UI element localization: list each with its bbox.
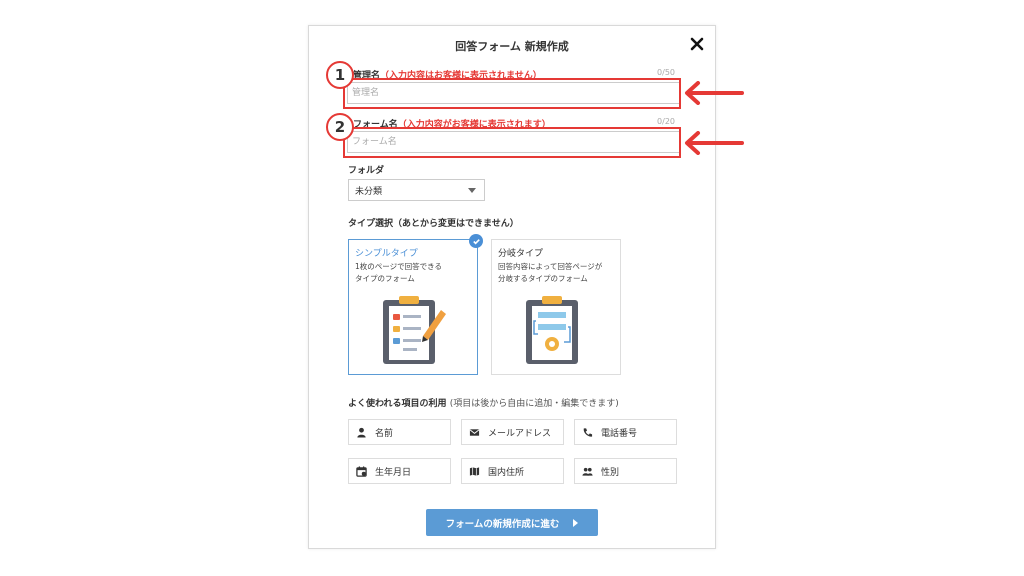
- chip-gender[interactable]: 性別: [574, 458, 677, 484]
- folder-label: フォルダ: [348, 166, 385, 176]
- type-card-desc: 1枚のページで回答できる タイプのフォーム: [355, 261, 471, 285]
- type-card-simple[interactable]: シンプルタイプ 1枚のページで回答できる タイプのフォーム: [348, 234, 483, 375]
- close-button[interactable]: [689, 36, 705, 52]
- chip-email[interactable]: メールアドレス: [461, 419, 564, 445]
- chip-label: 性別: [601, 467, 620, 478]
- envelope-icon: [468, 426, 480, 438]
- phone-icon: [581, 426, 593, 438]
- type-card-desc-line1: 1枚のページで回答できる: [355, 262, 442, 271]
- type-card-branch[interactable]: 分岐タイプ 回答内容によって回答ページが 分岐するタイプのフォーム: [491, 239, 621, 375]
- chip-label: メールアドレス: [488, 428, 552, 439]
- common-items-title: よく使われる項目の利用: [348, 399, 447, 409]
- common-items-label: よく使われる項目の利用 (項目は後から自由に追加・編集できます): [348, 396, 619, 409]
- chip-address[interactable]: 国内住所: [461, 458, 564, 484]
- chip-birthday[interactable]: 生年月日: [348, 458, 451, 484]
- folder-select[interactable]: 未分類: [348, 179, 485, 201]
- common-items-subtitle: (項目は後から自由に追加・編集できます): [449, 399, 619, 409]
- caret-right-icon: [573, 518, 579, 527]
- type-card-desc: 回答内容によって回答ページが 分岐するタイプのフォーム: [498, 261, 614, 285]
- chip-label: 電話番号: [601, 428, 638, 439]
- chip-phone[interactable]: 電話番号: [574, 419, 677, 445]
- type-card-desc-line2: タイプのフォーム: [355, 274, 415, 283]
- folder-selected-value: 未分類: [355, 187, 383, 197]
- chip-label: 生年月日: [375, 467, 412, 478]
- field2-counter: 0/20: [657, 117, 675, 126]
- clipboard-branch-icon: [526, 296, 578, 364]
- clipboard-checklist-icon: [383, 296, 446, 364]
- map-icon: [468, 465, 480, 477]
- arrow-left-icon: [685, 131, 744, 155]
- chip-name[interactable]: 名前: [348, 419, 451, 445]
- selected-check-icon: [469, 234, 483, 248]
- person-icon: [355, 426, 367, 438]
- chip-label: 国内住所: [488, 467, 525, 478]
- type-card-desc-line1: 回答内容によって回答ページが: [498, 262, 603, 271]
- users-icon: [581, 465, 593, 477]
- caret-down-icon: [468, 188, 476, 193]
- arrow-left-icon: [685, 81, 744, 105]
- create-form-submit-button[interactable]: フォームの新規作成に進む: [426, 509, 598, 536]
- close-icon: [690, 37, 704, 51]
- highlight-box-field1: [343, 78, 681, 109]
- type-card-title: 分岐タイプ: [498, 249, 544, 259]
- field1-counter: 0/50: [657, 68, 675, 77]
- chip-label: 名前: [375, 428, 394, 439]
- annotation-badge-1: 1: [326, 61, 354, 89]
- calendar-icon: [355, 465, 367, 477]
- annotation-badge-2: 2: [326, 113, 354, 141]
- submit-label: フォームの新規作成に進む: [445, 518, 560, 530]
- modal-title: 回答フォーム 新規作成: [455, 40, 569, 53]
- highlight-box-field2: [343, 127, 681, 158]
- type-card-title: シンプルタイプ: [355, 249, 418, 259]
- type-select-label: タイプ選択（あとから変更はできません）: [348, 219, 519, 229]
- type-card-desc-line2: 分岐するタイプのフォーム: [498, 274, 588, 283]
